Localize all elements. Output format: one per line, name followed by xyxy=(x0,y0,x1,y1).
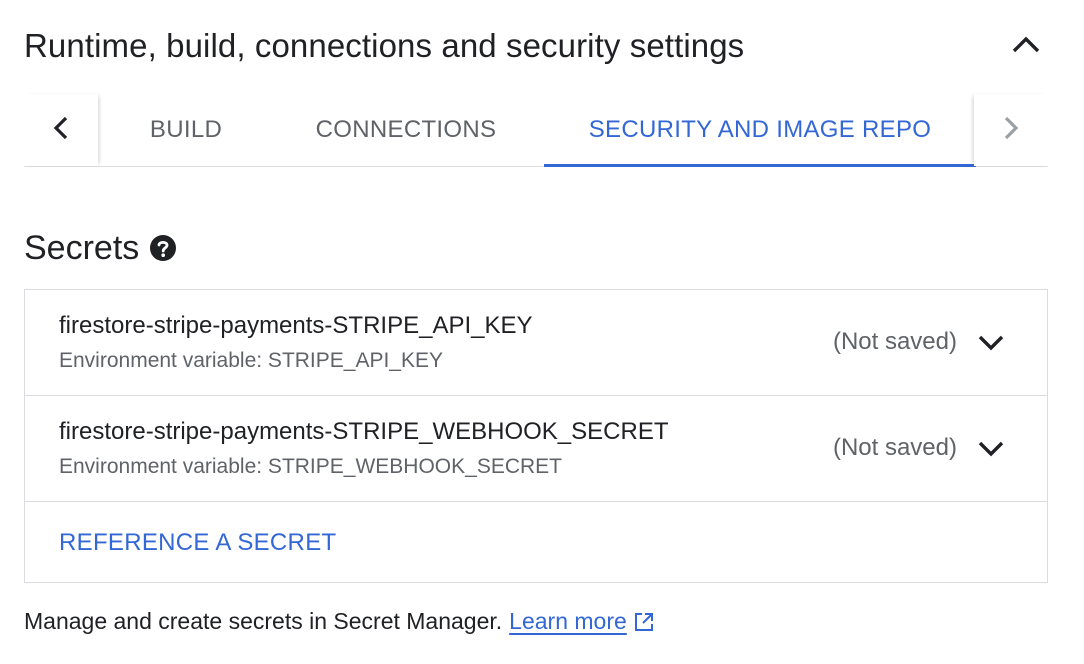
reference-secret-button[interactable]: REFERENCE A SECRET xyxy=(59,529,336,557)
tab-scroll-left-button[interactable] xyxy=(24,94,98,166)
secret-row[interactable]: firestore-stripe-payments-STRIPE_API_KEY… xyxy=(25,290,1047,396)
tab-connections[interactable]: CONNECTIONS xyxy=(290,94,522,166)
section-header: Runtime, build, connections and security… xyxy=(24,20,1048,72)
secret-status: (Not saved) xyxy=(832,434,957,461)
secret-row[interactable]: firestore-stripe-payments-STRIPE_WEBHOOK… xyxy=(25,396,1047,502)
page: Runtime, build, connections and security… xyxy=(0,0,1084,664)
footer-text: Manage and create secrets in Secret Mana… xyxy=(24,608,503,634)
tab-bar: BUILD CONNECTIONS SECURITY AND IMAGE REP… xyxy=(24,94,1048,167)
chevron-right-icon xyxy=(1002,115,1020,146)
secret-env-variable: Environment variable: STRIPE_API_KEY xyxy=(59,349,444,372)
chevron-down-icon[interactable] xyxy=(975,326,1007,358)
tab-build[interactable]: BUILD xyxy=(112,94,260,166)
chevron-up-icon xyxy=(1011,34,1041,59)
chevron-left-icon xyxy=(52,115,70,146)
section-title: Runtime, build, connections and security… xyxy=(24,27,745,64)
help-circle-icon[interactable] xyxy=(149,234,177,262)
secret-name: firestore-stripe-payments-STRIPE_API_KEY xyxy=(59,312,533,339)
chevron-down-icon[interactable] xyxy=(975,432,1007,464)
tab-security-and-image-repo[interactable]: SECURITY AND IMAGE REPO xyxy=(544,94,976,167)
secret-status: (Not saved) xyxy=(832,328,957,355)
external-link-icon[interactable] xyxy=(633,611,655,633)
secret-env-variable: Environment variable: STRIPE_WEBHOOK_SEC… xyxy=(59,455,562,478)
collapse-button[interactable] xyxy=(1004,24,1048,68)
secrets-panel: firestore-stripe-payments-STRIPE_API_KEY… xyxy=(24,289,1048,583)
secrets-title: Secrets xyxy=(24,228,140,267)
learn-more-link[interactable]: Learn more xyxy=(509,608,627,635)
secrets-footer: Manage and create secrets in Secret Mana… xyxy=(24,608,655,635)
secrets-heading: Secrets xyxy=(24,226,177,270)
secret-name: firestore-stripe-payments-STRIPE_WEBHOOK… xyxy=(59,418,669,445)
tab-scroll-right-button[interactable] xyxy=(974,94,1048,166)
